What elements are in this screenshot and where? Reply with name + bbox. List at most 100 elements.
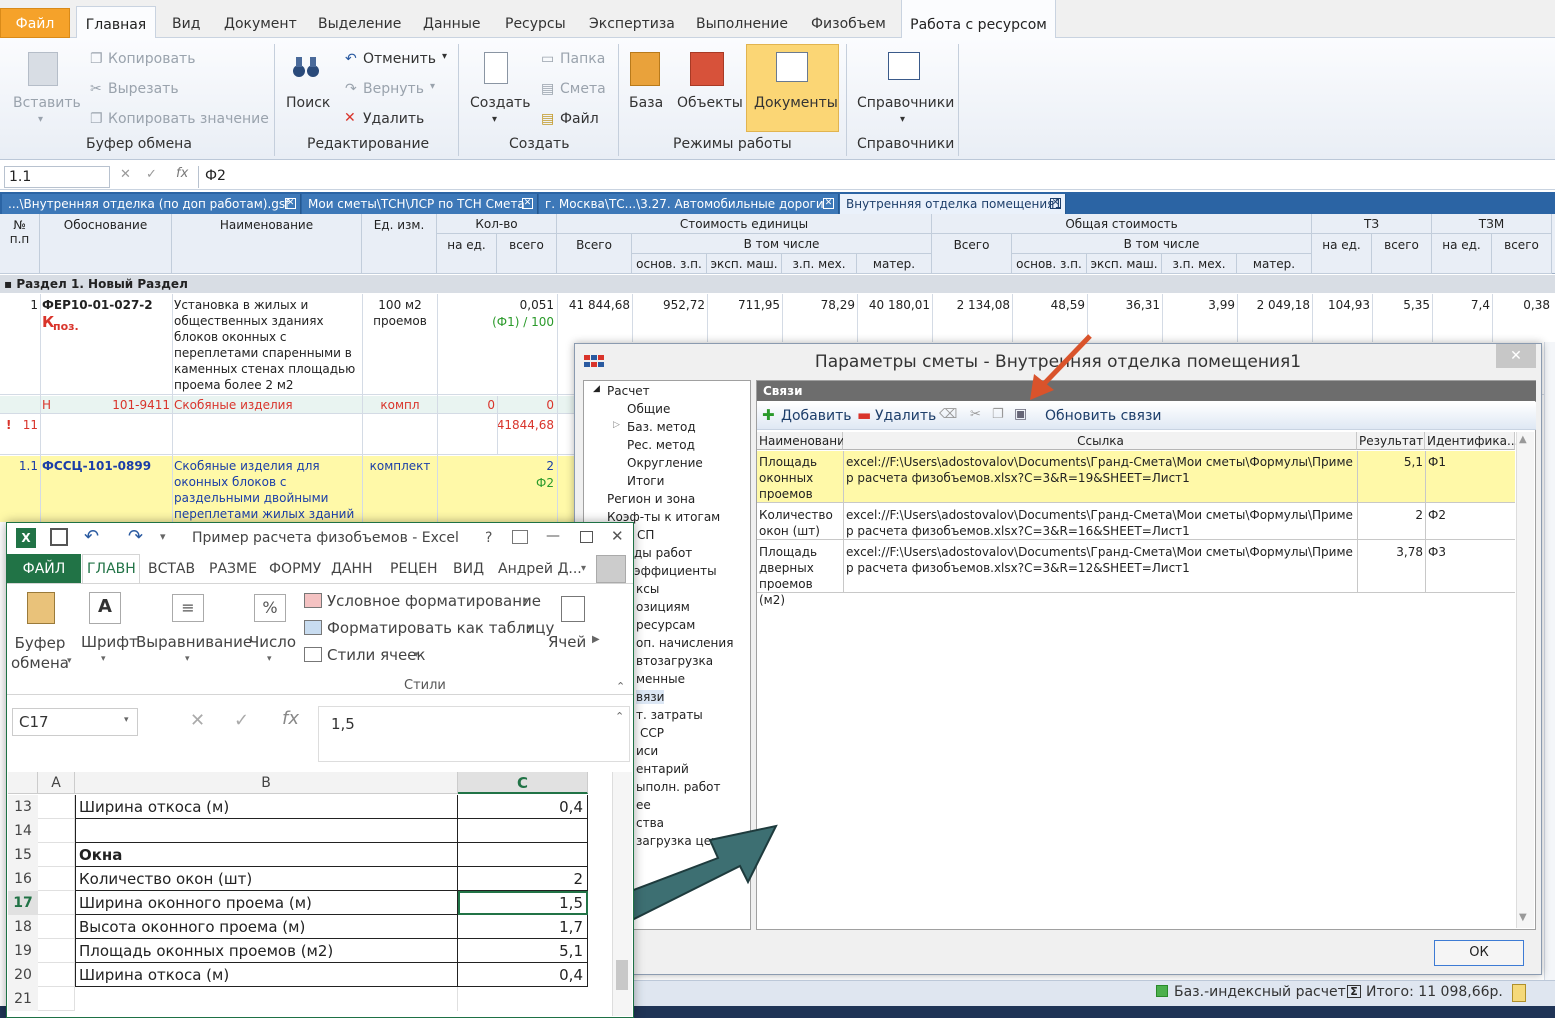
search-button[interactable]: Поиск [286, 95, 330, 111]
doc-tab-4[interactable]: Внутренняя отделка помещения1 ✕ [840, 194, 1066, 214]
tree-item[interactable]: ыполн. работ [636, 780, 721, 794]
row-header[interactable]: 13 [8, 795, 38, 819]
col-basis[interactable]: Обоснование [40, 214, 172, 274]
row-header[interactable]: 18 [8, 915, 38, 939]
expand-icon[interactable]: ◢ [593, 384, 600, 394]
copy-value-button[interactable]: Копировать значение [108, 111, 269, 127]
excel-font-button[interactable]: Шрифт [81, 633, 138, 651]
create-button[interactable]: Создать [470, 95, 530, 111]
expand-formula-icon[interactable]: ⌃ [615, 710, 624, 723]
tab-physvolume[interactable]: Физобъем [811, 16, 886, 32]
undo-icon[interactable]: ↶ [84, 526, 99, 547]
col-header-b[interactable]: B [75, 772, 458, 794]
tab-view[interactable]: Вид [172, 16, 200, 32]
col-qty-total[interactable]: всего [497, 234, 557, 274]
col-uc-mat[interactable]: матер. [857, 254, 932, 274]
close-icon[interactable]: ✕ [611, 527, 624, 545]
tree-item[interactable]: Баз. метод [627, 420, 696, 434]
tree-item[interactable]: Регион и зона [607, 492, 695, 506]
tree-item[interactable]: озициям [636, 600, 690, 614]
estimate-button[interactable]: Смета [560, 81, 606, 97]
select-all-corner[interactable] [8, 772, 38, 794]
cell-a[interactable] [38, 891, 75, 915]
col-link-url[interactable]: Ссылка [843, 432, 1357, 450]
row-header[interactable]: 14 [8, 819, 38, 843]
tree-item[interactable]: ресурсам [636, 618, 695, 632]
excel-tab-view[interactable]: ВИД [453, 561, 484, 577]
cell-a[interactable] [38, 867, 75, 891]
tree-item[interactable]: ды работ [634, 546, 692, 560]
cell-b[interactable]: Высота оконного проема (м) [75, 915, 458, 939]
tree-item-selected[interactable]: вязи [636, 690, 665, 704]
ok-button[interactable]: ОК [1434, 940, 1524, 966]
col-unit[interactable]: Ед. изм. [362, 214, 437, 274]
remove-link-button[interactable]: Удалить [875, 408, 936, 424]
tree-item[interactable]: т. затраты [636, 708, 703, 722]
redo-button[interactable]: Вернуть [363, 81, 424, 97]
cell-a[interactable] [38, 987, 75, 1011]
col-tzm-unit[interactable]: на ед. [1432, 234, 1492, 274]
objects-button[interactable]: Объекты [677, 95, 743, 111]
doc-tab-1[interactable]: ...\Внутренняя отделка (по доп работам).… [2, 194, 301, 214]
excel-vscroll-thumb[interactable] [616, 960, 628, 990]
fx-icon[interactable]: fx [176, 166, 188, 181]
doc-tab-3[interactable]: г. Москва\ТС...\3.27. Автомобильные доро… [539, 194, 839, 214]
copy-button[interactable]: Копировать [108, 51, 195, 67]
col-name[interactable]: Наименование [172, 214, 362, 274]
file-button[interactable]: Файл [560, 111, 599, 127]
help-icon[interactable]: ? [485, 530, 492, 546]
cell-c[interactable]: 1,7 [458, 915, 588, 939]
tree-item[interactable]: Общие [627, 402, 670, 416]
eraser-icon[interactable]: ⌫ [939, 407, 957, 422]
col-tc-zp[interactable]: з.п. мех. [1162, 254, 1237, 274]
minimize-icon[interactable]: — [546, 528, 560, 544]
cell-c[interactable]: 0,4 [458, 963, 588, 987]
section-row[interactable]: ▪ Раздел 1. Новый Раздел [0, 275, 1555, 293]
col-tc-exp[interactable]: эксп. маш. [1087, 254, 1162, 274]
save-icon[interactable] [50, 528, 68, 546]
col-tc-incl[interactable]: В том числе [1012, 234, 1312, 254]
cell-b[interactable]: Количество окон (шт) [75, 867, 458, 891]
col-uc-zp[interactable]: з.п. мех. [782, 254, 857, 274]
col-uc-osn[interactable]: основ. з.п. [632, 254, 707, 274]
col-tz-total[interactable]: всего [1372, 234, 1432, 274]
maximize-icon[interactable] [580, 531, 593, 543]
excel-file-tab[interactable]: ФАЙЛ [7, 554, 81, 583]
cut-icon[interactable]: ✂ [970, 407, 981, 422]
tree-item[interactable]: ентарий [636, 762, 689, 776]
cell-c[interactable] [458, 819, 588, 843]
tree-item[interactable]: эффициенты [634, 564, 717, 578]
redo-icon[interactable]: ↷ [128, 526, 143, 547]
excel-tab-home[interactable]: ГЛАВН [87, 561, 136, 577]
col-qty-unit[interactable]: на ед. [437, 234, 497, 274]
col-header-c[interactable]: C [458, 772, 588, 794]
excel-formula-input[interactable]: 1,5 [318, 706, 630, 762]
ribbon-scroll-right-icon[interactable]: ▶ [592, 634, 600, 645]
tree-item[interactable]: Расчет [607, 384, 650, 398]
folder-button[interactable]: Папка [560, 51, 605, 67]
collapse-icon[interactable]: ▪ [4, 277, 16, 291]
excel-tab-layout[interactable]: РАЗМЕ [209, 561, 257, 577]
undo-dropdown-icon[interactable]: ▾ [442, 51, 447, 62]
col-tz-unit[interactable]: на ед. [1312, 234, 1372, 274]
cell-c[interactable]: 0,4 [458, 795, 588, 819]
cell-a[interactable] [38, 843, 75, 867]
cell-b[interactable] [75, 987, 458, 1011]
cell-b[interactable]: Ширина откоса (м) [75, 963, 458, 987]
tab-resource-work[interactable]: Работа с ресурсом [901, 0, 1056, 38]
close-button[interactable]: ✕ [1496, 344, 1536, 368]
excel-tab-review[interactable]: РЕЦЕН [390, 561, 438, 577]
tree-item[interactable]: ксы [636, 582, 659, 596]
avatar[interactable] [596, 555, 626, 583]
page-icon[interactable] [1512, 984, 1526, 1002]
row-header[interactable]: 19 [8, 939, 38, 963]
grid-scrollbar[interactable] [1544, 342, 1555, 982]
cell-styles-button[interactable]: Стили ячеек [327, 646, 425, 664]
excel-number-button[interactable]: Число [249, 633, 296, 651]
col-tc-all[interactable]: Всего [932, 234, 1012, 274]
cell-b[interactable]: Ширина оконного проема (м) [75, 891, 458, 915]
cell-b[interactable]: Окна [75, 843, 458, 867]
excel-tab-formulas[interactable]: ФОРМУ [269, 561, 321, 577]
col-header-a[interactable]: A [38, 772, 75, 794]
refresh-links-button[interactable]: Обновить связи [1045, 408, 1162, 424]
